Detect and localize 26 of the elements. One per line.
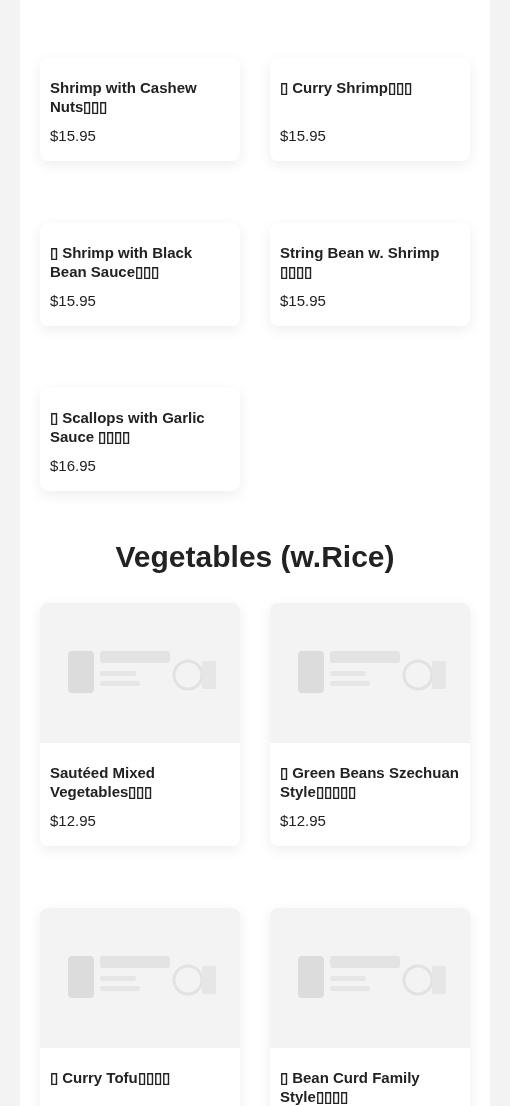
dish-price: $15.95 (280, 126, 327, 145)
menu-card[interactable]: ▯ Curry Tofu▯▯▯▯ (40, 908, 240, 1106)
dish-name: ▯ Curry Shrimp▯▯▯ (280, 78, 414, 98)
dish-name: ▯ Green Beans Szechuan Style▯▯▯▯▯ (280, 763, 460, 801)
menu-card[interactable]: ▯ Curry Shrimp▯▯▯ $15.95 (270, 58, 470, 161)
dish-price: $15.95 (50, 291, 97, 310)
menu-card[interactable]: ▯ Green Beans Szechuan Style▯▯▯▯▯ $12.95 (270, 603, 470, 846)
dish-name: ▯ Shrimp with Black Bean Sauce▯▯▯ (50, 243, 194, 281)
dish-price: $16.95 (50, 456, 97, 475)
dish-name: Sautéed Mixed Vegetables▯▯▯ (50, 763, 157, 801)
menu-card[interactable]: ▯ Bean Curd Family Style▯▯▯▯ (270, 908, 470, 1106)
menu-card[interactable]: String Bean w. Shrimp ▯▯▯▯ $15.95 (270, 223, 470, 326)
dish-price: $12.95 (50, 811, 97, 830)
menu-card[interactable]: ▯ Shrimp with Black Bean Sauce▯▯▯ $15.95 (40, 223, 240, 326)
menu-card[interactable]: ▯ Scallops with Garlic Sauce ▯▯▯▯ $16.95 (40, 388, 240, 491)
dish-name: Shrimp with Cashew Nuts▯▯▯ (50, 78, 198, 116)
dish-name: ▯ Curry Tofu▯▯▯▯ (50, 1068, 171, 1088)
menu-card[interactable]: Sautéed Mixed Vegetables▯▯▯ $12.95 (40, 603, 240, 846)
dish-price: $15.95 (50, 126, 97, 145)
section-heading: Vegetables (w.Rice) (114, 539, 396, 575)
dish-name: String Bean w. Shrimp ▯▯▯▯ (280, 243, 441, 281)
dish-price: $15.95 (280, 291, 327, 310)
dish-name: ▯ Scallops with Garlic Sauce ▯▯▯▯ (50, 408, 206, 446)
menu-card[interactable]: Shrimp with Cashew Nuts▯▯▯ $15.95 (40, 58, 240, 161)
dish-price: $12.95 (280, 811, 327, 830)
dish-name: ▯ Bean Curd Family Style▯▯▯▯ (280, 1068, 421, 1106)
